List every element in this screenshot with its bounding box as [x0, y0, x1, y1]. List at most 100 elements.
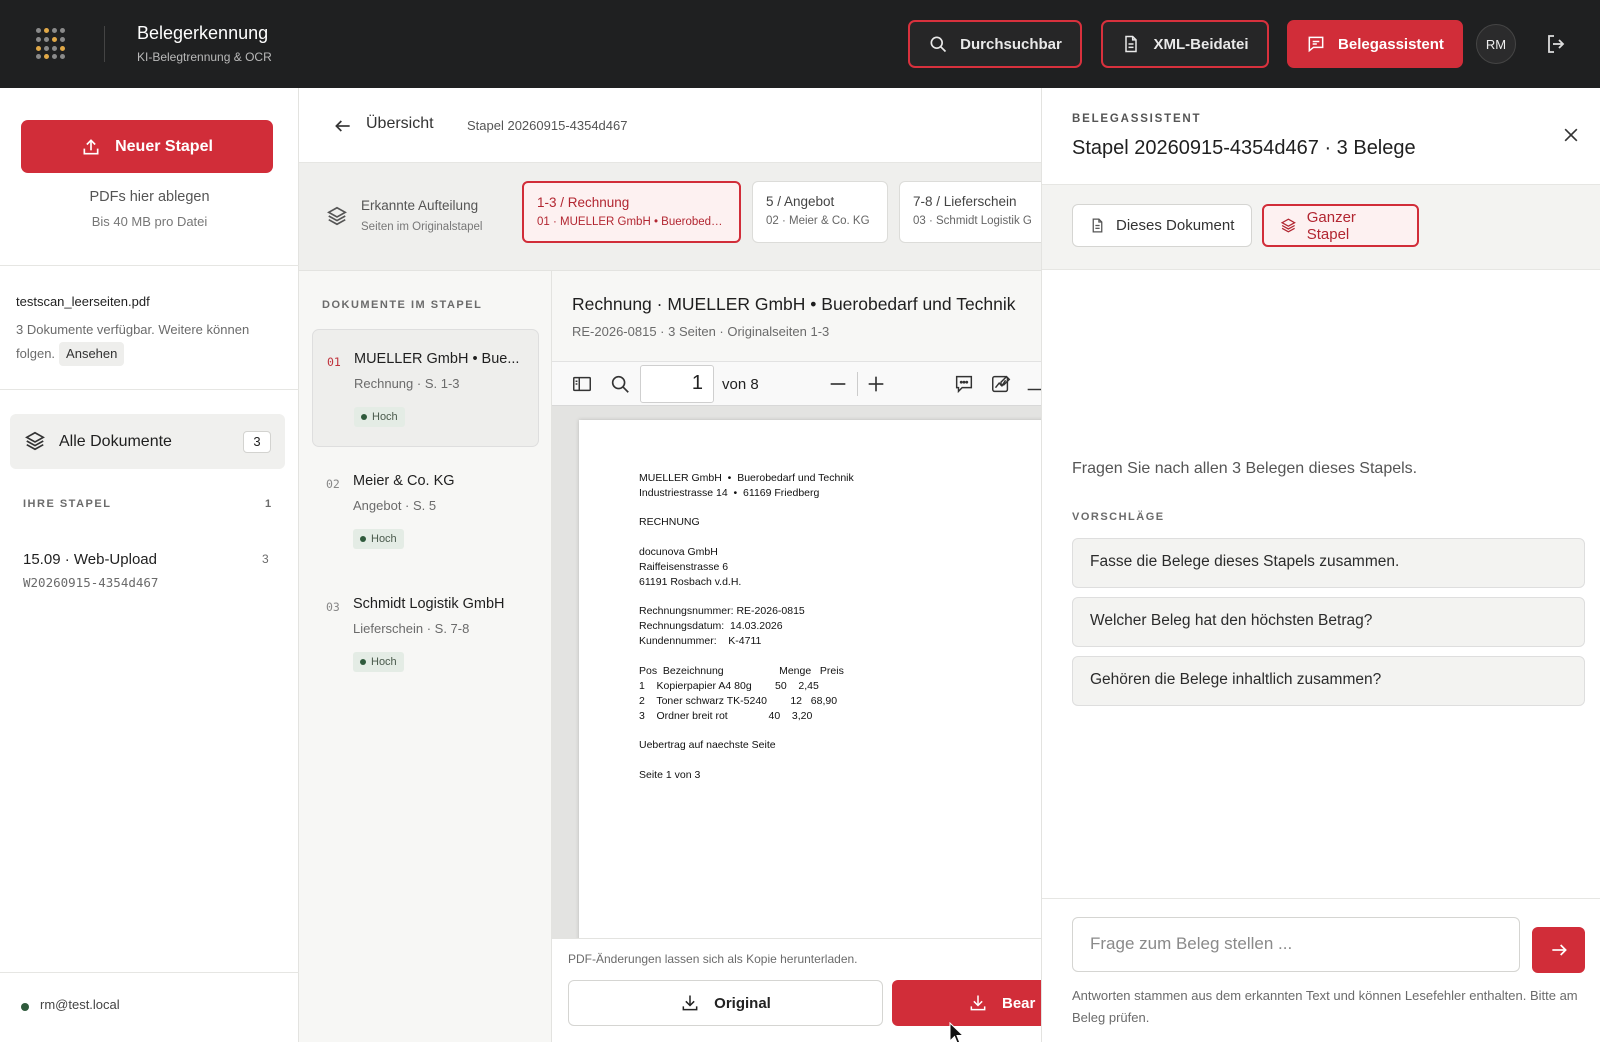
draw-icon[interactable]	[990, 373, 1012, 395]
doc-name: MUELLER GmbH • Bue...	[354, 351, 520, 367]
pdf-text-line: Rechnungsnummer: RE-2026-0815	[639, 605, 805, 617]
layers-icon	[1280, 218, 1296, 233]
pdf-text-line: RECHNUNG	[639, 516, 700, 528]
split-chip[interactable]: 5 / Angebot 02 · Meier & Co. KG	[752, 181, 888, 243]
top-bar: Belegerkennung KI-Belegtrennung & OCR Du…	[0, 0, 1600, 88]
pdf-toolbar: 1 von 8	[552, 361, 1041, 406]
assistant-disclaimer: Antworten stammen aus dem erkannten Text…	[1072, 988, 1578, 1025]
scope-stack-label: Ganzer Stapel	[1306, 208, 1356, 243]
searchable-button[interactable]: Durchsuchbar	[908, 20, 1082, 68]
layers-icon	[25, 431, 45, 451]
assistant-panel: BELEGASSISTENT Stapel 20260915-4354d467 …	[1041, 88, 1600, 1042]
split-chip[interactable]: 1-3 / Rechnung 01 · MUELLER GmbH • Buero…	[522, 181, 741, 243]
pdf-text-line: 61191 Rosbach v.d.H.	[639, 576, 742, 588]
doc-number: 01	[327, 355, 341, 369]
suggestion-item[interactable]: Welcher Beleg hat den höchsten Betrag?	[1072, 597, 1585, 647]
all-documents-label: Alle Dokumente	[59, 432, 172, 450]
pdf-text-line: Seite 1 von 3	[639, 769, 701, 781]
all-documents-count: 3	[243, 430, 271, 453]
question-input[interactable]: Frage zum Beleg stellen ...	[1072, 917, 1520, 972]
mouse-cursor-icon	[949, 1022, 965, 1042]
page-number-input[interactable]: 1	[640, 365, 714, 403]
new-batch-label: Neuer Stapel	[115, 137, 213, 155]
doc-number: 03	[326, 600, 340, 614]
confidence-badge: Hoch	[354, 407, 405, 427]
split-chip-range: 1-3 / Rechnung	[537, 195, 630, 210]
logout-icon[interactable]	[1544, 32, 1568, 56]
scope-document-label: Dieses Dokument	[1116, 217, 1235, 234]
stack-title: 15.09 · Web-Upload	[23, 551, 157, 568]
split-chip-range: 7-8 / Lieferschein	[913, 194, 1017, 209]
more-icon[interactable]	[1024, 373, 1041, 395]
app-grid-icon[interactable]	[36, 28, 68, 60]
xml-attachment-button[interactable]: XML-Beidatei	[1101, 20, 1269, 68]
assistant-intro: Fragen Sie nach allen 3 Belegen dieses S…	[1072, 460, 1418, 477]
breadcrumb: Übersicht Stapel 20260915-4354d467	[299, 88, 1041, 163]
pdf-text-line: 2 Toner schwarz TK-5240 12 68,90	[639, 695, 838, 707]
download-original-label: Original	[714, 994, 771, 1012]
split-chip-detail: 02 · Meier & Co. KG	[766, 215, 870, 227]
zoom-out-icon[interactable]	[827, 373, 849, 395]
sidebar-toggle-icon[interactable]	[571, 373, 593, 395]
view-button[interactable]: Ansehen	[59, 342, 125, 366]
search-icon[interactable]	[609, 373, 631, 395]
confidence-badge: Hoch	[353, 529, 404, 549]
suggestion-item[interactable]: Gehören die Belege inhaltlich zusammen?	[1072, 656, 1585, 706]
list-item[interactable]: 01 MUELLER GmbH • Bue... Rechnung · S. 1…	[312, 329, 539, 447]
suggestion-item[interactable]: Fasse die Belege dieses Stapels zusammen…	[1072, 538, 1585, 588]
scope-stack-button[interactable]: Ganzer Stapel	[1262, 204, 1419, 247]
pdf-text-line: Pos Bezeichnung Menge Preis	[639, 665, 844, 677]
avatar[interactable]: RM	[1476, 24, 1516, 64]
file-info: 3 Dokumente verfügbar. Weitere können fo…	[16, 318, 286, 366]
doc-name: Meier & Co. KG	[353, 473, 455, 489]
assistant-caption: BELEGASSISTENT	[1072, 113, 1202, 125]
all-documents-item[interactable]: Alle Dokumente 3	[10, 414, 285, 469]
layers-icon	[327, 206, 347, 226]
app-subtitle: KI-Belegtrennung & OCR	[137, 50, 272, 64]
assistant-title: Stapel 20260915-4354d467 · 3 Belege	[1072, 137, 1416, 159]
new-batch-button[interactable]: Neuer Stapel	[21, 120, 273, 173]
drop-zone-limit: Bis 40 MB pro Datei	[91, 214, 208, 229]
overview-link[interactable]: Übersicht	[366, 115, 434, 133]
drop-zone-title[interactable]: PDFs hier ablegen	[0, 189, 299, 205]
pdf-text-line: Raiffeisenstrasse 6	[639, 561, 729, 573]
pdf-canvas[interactable]: MUELLER GmbH • Buerobedarf und Technik I…	[552, 406, 1041, 938]
suggestions-caption: VORSCHLÄGE	[1072, 511, 1165, 523]
split-chip-range: 5 / Angebot	[766, 194, 835, 209]
document-icon	[1125, 35, 1138, 53]
close-icon[interactable]	[1561, 125, 1581, 145]
page-count: von 8	[722, 376, 759, 393]
arrow-left-icon[interactable]	[333, 116, 353, 136]
user-email: rm@test.local	[40, 997, 120, 1012]
header-divider	[104, 26, 105, 62]
file-info-text: 3 Dokumente verfügbar. Weitere können fo…	[16, 322, 250, 361]
document-viewer: Rechnung · MUELLER GmbH • Buerobedarf un…	[552, 271, 1041, 1042]
document-list: DOKUMENTE IM STAPEL 01 MUELLER GmbH • Bu…	[299, 271, 552, 1042]
app-title: Belegerkennung	[137, 23, 269, 43]
xml-attachment-label: XML-Beidatei	[1153, 35, 1249, 53]
download-note: PDF-Änderungen lassen sich als Kopie her…	[568, 952, 858, 966]
split-chip[interactable]: 7-8 / Lieferschein 03 · Schmidt Logistik…	[899, 181, 1041, 243]
doc-meta: Rechnung · S. 1-3	[354, 376, 460, 391]
searchable-label: Durchsuchbar	[960, 35, 1062, 53]
divider	[0, 265, 299, 266]
list-item[interactable]: 02 Meier & Co. KG Angebot · S. 5 Hoch	[312, 452, 539, 570]
send-button[interactable]	[1532, 927, 1585, 973]
comment-icon[interactable]	[953, 373, 975, 395]
doc-meta: Lieferschein · S. 7-8	[353, 621, 470, 636]
list-item[interactable]: 03 Schmidt Logistik GmbH Lieferschein · …	[312, 575, 539, 693]
split-chip-detail: 01 · MUELLER GmbH • Buerobed…	[537, 216, 723, 228]
scope-document-button[interactable]: Dieses Dokument	[1072, 204, 1252, 247]
assistant-button[interactable]: Belegassistent	[1287, 20, 1463, 68]
download-footer: PDF-Änderungen lassen sich als Kopie her…	[552, 938, 1041, 1042]
download-original-button[interactable]: Original	[568, 980, 883, 1026]
pdf-page: MUELLER GmbH • Buerobedarf und Technik I…	[579, 420, 1041, 938]
zoom-in-icon[interactable]	[865, 373, 887, 395]
document-meta: RE-2026-0815 · 3 Seiten · Originalseiten…	[572, 324, 830, 339]
upload-icon	[83, 138, 99, 154]
toolbar-divider	[857, 372, 858, 396]
pdf-text-line: docunova GmbH	[639, 546, 718, 558]
question-input-row: Frage zum Beleg stellen ... Antworten st…	[1042, 898, 1600, 1042]
download-edited-button[interactable]: Bear	[892, 980, 1041, 1026]
doclist-caption: DOKUMENTE IM STAPEL	[322, 299, 483, 311]
